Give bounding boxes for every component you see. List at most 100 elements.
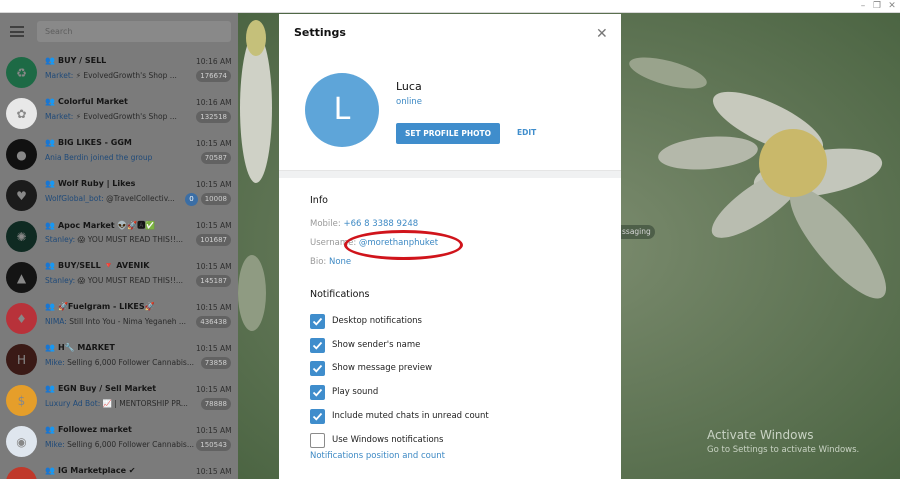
chat-preview: Luxury Ad Bot: 📈 | MENTORSHIP PR... <box>45 399 195 408</box>
chat-time: 10:15 AM <box>196 180 232 189</box>
group-icon: 👥 <box>45 221 55 230</box>
chat-time: 10:15 AM <box>196 139 232 148</box>
chat-list-item[interactable]: ◎ 👥IG Marketplace ✔ 10:15 AM <box>0 461 238 479</box>
chat-preview-text: ⚡ EvolvedGrowth's Shop ... <box>73 71 177 80</box>
checkbox[interactable] <box>310 361 325 377</box>
checkbox-label: Include muted chats in unread count <box>332 410 489 421</box>
set-profile-photo-button[interactable]: SET PROFILE PHOTO <box>396 123 500 144</box>
chat-list-item[interactable]: ♻ 👥 BUY / SELL 10:16 AM Market: ⚡ EvolvedGro… <box>0 51 238 92</box>
chat-preview-text: @TravelCollectiv... <box>103 194 175 203</box>
chat-sender: Mike: <box>45 440 65 449</box>
checkbox[interactable] <box>310 432 325 448</box>
mobile-value[interactable]: +66 8 3388 9248 <box>343 219 418 229</box>
bio-value[interactable]: None <box>329 257 351 267</box>
checkbox-label: Use Windows notifications <box>332 434 444 445</box>
search-input[interactable]: Search <box>37 21 231 42</box>
chat-list-item[interactable]: ● 👥 BIG LIKES - GGM 10:15 AM Ania Berdin joi… <box>0 133 238 174</box>
checkbox-label: Desktop notifications <box>332 316 422 326</box>
chat-avatar: $ <box>6 385 37 416</box>
chat-preview-text: Selling 6,000 Follower Cannabis... <box>64 358 194 367</box>
profile-status: online <box>396 97 422 107</box>
chat-preview: Stanley: 😱 YOU MUST READ THIS!!... <box>45 276 195 285</box>
chat-list-item[interactable]: $ 👥 EGN Buy / Sell Market 10:15 AM Luxury Ad… <box>0 379 238 420</box>
chat-list-item[interactable]: ✿ 👥 Colorful Market 10:16 AM Market: ⚡ Evolv… <box>0 92 238 133</box>
hamburger-menu-icon[interactable] <box>10 26 24 37</box>
activate-windows-subtitle: Go to Settings to activate Windows. <box>707 445 860 455</box>
group-icon: 👥 <box>45 384 55 393</box>
chat-preview-text: 📈 | MENTORSHIP PR... <box>100 399 188 408</box>
unread-badge: 145187 <box>196 275 231 287</box>
checkmark-icon <box>312 317 323 326</box>
chat-preview: WolfGlobal_bot: @TravelCollectiv... <box>45 194 195 203</box>
unread-badge: 132518 <box>196 111 231 123</box>
chat-time: 10:16 AM <box>196 57 232 66</box>
chat-preview: NIMA: Still Into You - Nima Yeganeh ... <box>45 317 195 326</box>
avatar-glyph: ♦ <box>16 312 27 326</box>
chat-time: 10:15 AM <box>196 344 232 353</box>
chat-name: 👥 Colorful Market <box>45 97 128 106</box>
chat-name: 👥 BUY/SELL 🔻 AVENIK <box>45 261 149 270</box>
unread-badge: 10008 <box>200 193 231 205</box>
checkbox[interactable] <box>310 385 325 401</box>
avatar-glyph: $ <box>18 394 26 408</box>
chat-preview-text: ⚡ EvolvedGrowth's Shop ... <box>73 112 177 121</box>
chat-avatar: ♥ <box>6 180 37 211</box>
chat-preview-text: 😱 YOU MUST READ THIS!!... <box>75 276 183 285</box>
chat-time: 10:15 AM <box>196 467 232 476</box>
chat-name: 👥 IG Marketplace ✔ <box>45 466 135 475</box>
chat-preview: Market: ⚡ EvolvedGrowth's Shop ... <box>45 71 195 80</box>
mobile-label: Mobile: <box>310 219 344 229</box>
chat-list-item[interactable]: H 👥 H🔧 MΔRKET 10:15 AM Mike: Selling 6,000 F… <box>0 338 238 379</box>
avatar-glyph: ♻ <box>16 66 27 80</box>
checkbox-label: Play sound <box>332 387 379 398</box>
chat-name: 👥 Apoc Market 👽🚀🅰✅ <box>45 220 155 231</box>
checkbox[interactable] <box>310 314 325 329</box>
chat-list-item[interactable]: ♥ 👥 Wolf Ruby | Likes 10:15 AM WolfGlobal_bo… <box>0 174 238 215</box>
chat-sender: Stanley: <box>45 276 76 285</box>
checkmark-icon <box>312 388 323 397</box>
chat-sender: WolfGlobal_bot: <box>45 194 104 203</box>
info-section-title: Info <box>310 195 328 206</box>
unread-badge: 101687 <box>196 234 231 246</box>
chat-title: 🚀Fuelgram - LIKES🚀 <box>57 302 155 311</box>
chat-list-item[interactable]: ♦ 👥 🚀Fuelgram - LIKES🚀 10:15 AM NIMA: Still … <box>0 297 238 338</box>
chat-avatar: ▲ <box>6 262 37 293</box>
avatar-glyph: ◉ <box>16 435 26 449</box>
chat-avatar: ✿ <box>6 98 37 129</box>
window-close-icon[interactable]: ✕ <box>884 0 900 12</box>
notifications-position-link[interactable]: Notifications position and count <box>310 451 445 461</box>
pinned-count-badge: 0 <box>185 193 198 206</box>
avatar-glyph: H <box>17 353 26 367</box>
checkbox[interactable] <box>310 408 325 424</box>
unread-badge: 176674 <box>196 70 231 82</box>
chat-preview: Stanley: 😱 YOU MUST READ THIS!!... <box>45 235 195 244</box>
edit-button[interactable]: EDIT <box>517 128 536 137</box>
chat-time: 10:15 AM <box>196 426 232 435</box>
chat-list-item[interactable]: ✺ 👥 Apoc Market 👽🚀🅰✅ 10:15 AM Stanley: 😱 YOU… <box>0 215 238 256</box>
chat-name: 👥 H🔧 MΔRKET <box>45 343 115 352</box>
close-icon[interactable]: ✕ <box>596 26 608 42</box>
restore-icon[interactable]: ❐ <box>869 0 885 12</box>
chat-avatar: ♦ <box>6 303 37 334</box>
avatar-glyph: ▲ <box>17 271 27 285</box>
unread-badge: 70587 <box>200 152 231 164</box>
chat-title: Apoc Market 👽🚀🅰✅ <box>57 221 156 230</box>
unread-badge: 436438 <box>196 316 231 328</box>
chat-avatar: H <box>6 344 37 375</box>
chat-name: 👥 Followez market <box>45 425 132 434</box>
chat-list-item[interactable]: ◉ 👥 Followez market 10:15 AM Mike: Selling 6… <box>0 420 238 461</box>
profile-avatar[interactable]: L <box>305 73 379 147</box>
chat-sender: Ania Berdin joined the group <box>45 153 153 162</box>
chat-title: Colorful Market <box>57 97 128 106</box>
chat-title: Wolf Ruby | Likes <box>57 179 136 188</box>
chat-preview: Ania Berdin joined the group <box>45 153 195 162</box>
chat-name: 👥 Wolf Ruby | Likes <box>45 179 135 188</box>
checkmark-icon <box>312 412 323 421</box>
unread-badge: 150543 <box>196 439 231 451</box>
sidebar-topbar: Search <box>0 13 238 51</box>
checkbox[interactable] <box>310 337 325 353</box>
chat-preview: Market: ⚡ EvolvedGrowth's Shop ... <box>45 112 195 121</box>
chat-list-item[interactable]: ▲ 👥 BUY/SELL 🔻 AVENIK 10:15 AM Stanley: 😱 YO… <box>0 256 238 297</box>
chat-sender: Market: <box>45 71 74 80</box>
chat-avatar: ◎ <box>6 467 37 479</box>
